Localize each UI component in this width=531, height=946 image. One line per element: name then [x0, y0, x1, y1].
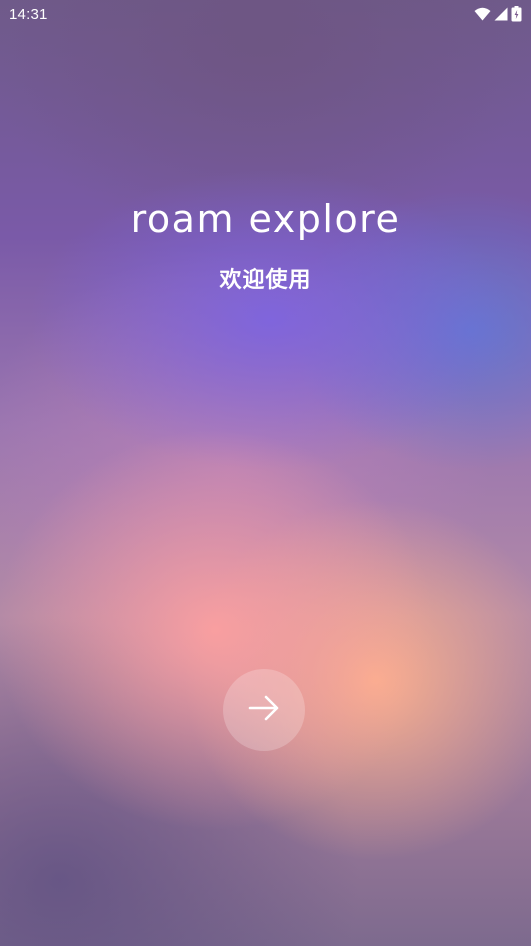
arrow-right-icon [247, 691, 281, 729]
gradient-background [0, 0, 531, 946]
wifi-icon [474, 7, 491, 21]
welcome-text: 欢迎使用 [219, 268, 312, 293]
status-bar: 14:31 [0, 0, 531, 28]
brand-title: roam explore [130, 197, 401, 241]
battery-charging-icon [511, 6, 522, 22]
next-button[interactable] [223, 669, 305, 751]
cellular-signal-icon [494, 7, 508, 21]
status-icons [474, 6, 522, 22]
status-time: 14:31 [9, 5, 48, 23]
